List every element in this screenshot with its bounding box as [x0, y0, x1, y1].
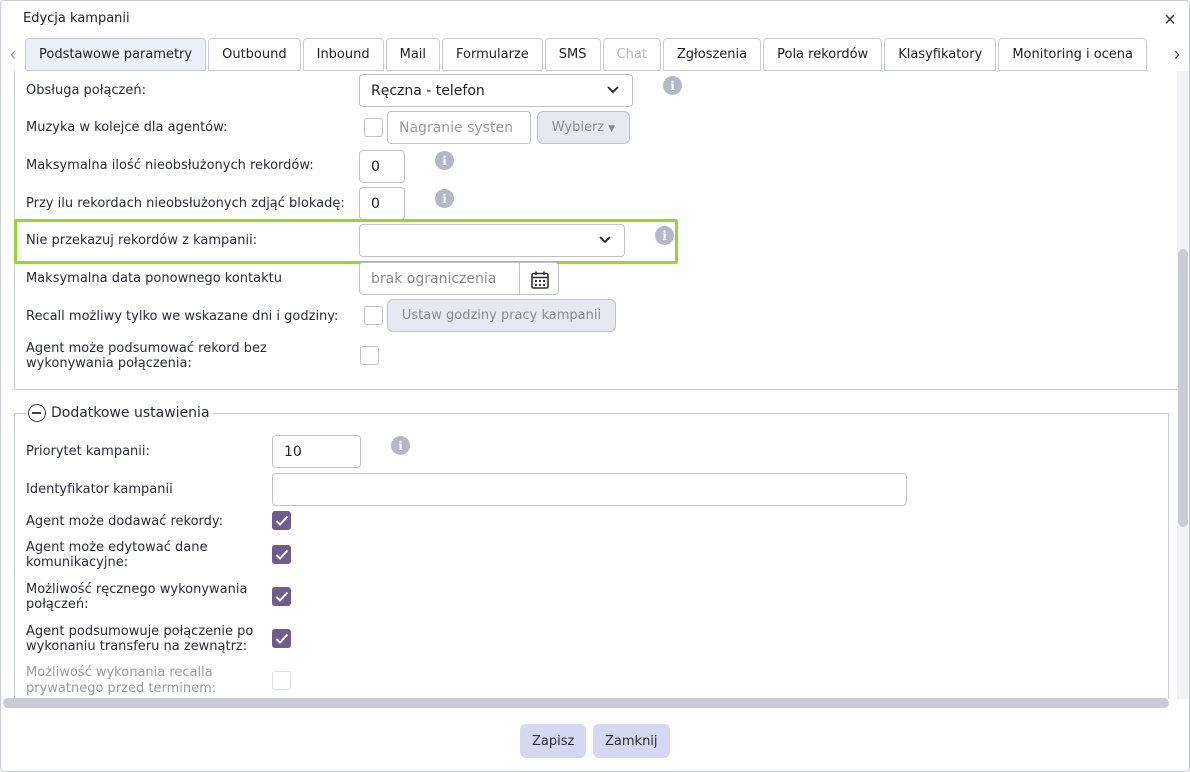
agent-add-records-label: Agent może dodawać rekordy: [26, 514, 224, 529]
close-icon[interactable]: × [1159, 9, 1181, 31]
do-not-transfer-label: Nie przekazuj rekordów z kampanii: [26, 233, 258, 248]
call-handling-select[interactable]: Ręczna - telefon [359, 74, 633, 107]
queue-music-checkbox[interactable] [364, 118, 383, 137]
summarize-after-transfer-checkbox[interactable] [272, 629, 291, 648]
dialog-title-bar: Edycja kampanii × [1, 1, 1189, 38]
tab-classifiers[interactable]: Klasyfikatory [884, 38, 997, 71]
dialog-title: Edycja kampanii [23, 11, 130, 26]
select-button-label: Wybierz [551, 120, 605, 135]
agent-edit-comm-label-2: komunikacyjne: [26, 555, 129, 570]
tab-basic-parameters[interactable]: Podstawowe parametry [25, 38, 207, 71]
vertical-scrollbar-thumb[interactable] [1178, 249, 1188, 527]
agent-edit-comm-checkbox[interactable] [272, 545, 291, 564]
queue-music-input[interactable] [387, 111, 531, 144]
private-recall-label-2: prywatnego przed terminem: [26, 681, 217, 696]
set-campaign-hours-button[interactable]: Ustaw godziny pracy kampanii [387, 299, 616, 332]
summarize-after-transfer-label-1: Agent podsumowuje połączenie po [26, 624, 254, 639]
tab-forms[interactable]: Formularze [442, 38, 543, 71]
call-handling-label: Obsługa połączeń: [26, 83, 146, 98]
unlock-threshold-input[interactable] [359, 187, 405, 220]
queue-music-label: Muzyka w kolejce dla agentów: [26, 120, 228, 135]
max-recontact-date-input[interactable] [359, 262, 520, 295]
manual-calls-label-1: Możliwość ręcznego wykonywania [26, 582, 248, 597]
tab-inbound[interactable]: Inbound [302, 38, 384, 71]
call-handling-value: Ręczna - telefon [371, 82, 485, 99]
vertical-scrollbar[interactable] [1177, 71, 1189, 699]
tab-outbound[interactable]: Outbound [208, 38, 301, 71]
extra-settings-title: Dodatkowe ustawienia [51, 405, 210, 421]
extra-settings-legend: Dodatkowe ustawienia [26, 403, 214, 423]
info-icon[interactable]: i [435, 189, 454, 208]
tab-scroll-left-icon[interactable]: ‹ [3, 38, 23, 70]
manual-calls-label-2: połączeń: [26, 597, 89, 612]
tab-monitoring[interactable]: Monitoring i ocena [998, 38, 1148, 71]
chevron-down-icon [599, 236, 611, 244]
check-icon [275, 591, 289, 602]
recall-hours-checkbox[interactable] [364, 306, 383, 325]
info-icon[interactable]: i [391, 436, 410, 455]
do-not-transfer-select[interactable] [359, 224, 625, 257]
summarize-after-transfer-label-2: wykonaniu transferu na zewnątrz: [26, 639, 248, 654]
info-icon[interactable]: i [435, 151, 454, 170]
campaign-id-input[interactable] [272, 473, 907, 506]
agent-add-records-checkbox[interactable] [272, 511, 291, 530]
tab-record-fields[interactable]: Pola rekordów [763, 38, 883, 71]
tab-list: Podstawowe parametry Outbound Inbound Ma… [25, 38, 1149, 71]
priority-input[interactable] [272, 435, 361, 468]
max-recontact-date-group [359, 262, 559, 295]
summarize-without-call-label-2: wykonywania połączenia: [26, 356, 192, 371]
queue-music-select-button[interactable]: Wybierz ▼ [537, 111, 630, 144]
close-button[interactable]: Zamknij [593, 724, 670, 758]
private-recall-checkbox [272, 671, 291, 690]
chevron-down-icon [607, 86, 619, 94]
unlock-threshold-label: Przy ilu rekordach nieobsłużonych zdjąć … [26, 196, 345, 211]
max-recontact-date-label: Maksymalna data ponownego kontaktu [26, 271, 282, 286]
calendar-icon [531, 271, 549, 289]
info-icon[interactable]: i [663, 76, 682, 95]
collapse-icon[interactable] [28, 404, 46, 422]
tab-mail[interactable]: Mail [385, 38, 441, 71]
horizontal-scrollbar-thumb[interactable] [3, 698, 1169, 708]
tab-sms[interactable]: SMS [544, 38, 601, 71]
check-icon [275, 549, 289, 560]
recall-hours-label: Recall możliwy tylko we wskazane dni i g… [26, 309, 339, 324]
private-recall-label-1: Możliwość wykonania recalla [26, 665, 213, 680]
campaign-id-label: Identyfikator kampanii [26, 482, 173, 497]
check-icon [275, 515, 289, 526]
agent-edit-comm-label-1: Agent może edytować dane [26, 540, 208, 555]
tab-chat: Chat [602, 38, 661, 71]
manual-calls-checkbox[interactable] [272, 587, 291, 606]
tab-tickets[interactable]: Zgłoszenia [662, 38, 762, 71]
extra-settings-fieldset [14, 413, 1169, 699]
max-unhandled-input[interactable] [359, 150, 405, 183]
priority-label: Priorytet kampanii: [26, 444, 150, 459]
summarize-without-call-checkbox[interactable] [360, 346, 379, 365]
max-unhandled-label: Maksymalna ilość nieobsłużonych rekordów… [26, 158, 314, 173]
horizontal-scrollbar[interactable] [3, 698, 1169, 708]
summarize-without-call-label-1: Agent może podsumować rekord bez [26, 341, 267, 356]
caret-down-icon: ▼ [608, 124, 616, 134]
info-icon[interactable]: i [655, 226, 674, 245]
campaign-edit-dialog: Edycja kampanii × ‹ Podstawowe parametry… [0, 0, 1190, 772]
tab-scroll-right-icon[interactable]: › [1167, 38, 1187, 70]
tabs-bar: ‹ Podstawowe parametry Outbound Inbound … [1, 38, 1189, 71]
calendar-button[interactable] [519, 262, 559, 295]
check-icon [275, 633, 289, 644]
save-button[interactable]: Zapisz [520, 724, 587, 758]
scroll-content: Obsługa połączeń: Ręczna - telefon i Muz… [1, 71, 1179, 699]
